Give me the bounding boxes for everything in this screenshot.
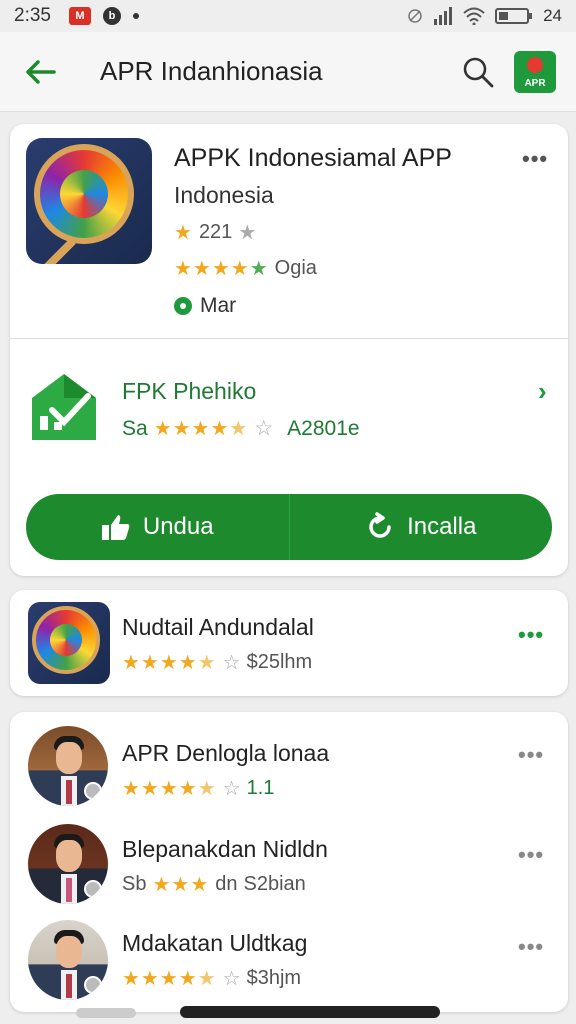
featured-app-card: APPK Indonesiamal APP Indonesia ★ 221 ★ … xyxy=(10,124,568,576)
list-item[interactable]: APR Denlogla lonaa ★★★★★ ☆ 1.1 ••• xyxy=(10,712,568,812)
tie-shape xyxy=(66,974,72,998)
person-name: APR Denlogla lonaa xyxy=(122,740,330,766)
page-title: APR Indanhionasia xyxy=(100,56,323,86)
nav-pill-left xyxy=(76,1008,136,1018)
person-rating: ★★★★★ ☆ $3hjm xyxy=(122,966,301,991)
empty-star-icon: ★ xyxy=(238,222,257,244)
empty-star-icon: ☆ xyxy=(222,652,241,674)
install-button[interactable]: Incalla xyxy=(290,494,553,560)
mute-icon xyxy=(408,9,422,23)
star-rating-icon: ★★★★★ xyxy=(122,652,217,674)
list-app-meta: $25lhm xyxy=(246,651,313,673)
chevron-right-icon[interactable]: › xyxy=(538,376,548,407)
star-rating-icon: ★★★ xyxy=(152,874,210,896)
battery-icon xyxy=(495,8,533,24)
app-name[interactable]: APPK Indonesiamal APP xyxy=(174,144,452,173)
more-notifications-icon xyxy=(132,13,139,19)
back-button[interactable] xyxy=(20,52,60,92)
home-indicator[interactable] xyxy=(180,1006,440,1018)
more-options-button[interactable]: ••• xyxy=(518,842,544,868)
tie-shape xyxy=(66,780,72,804)
clock: 2:35 xyxy=(14,5,51,26)
face-shape xyxy=(56,936,82,968)
star-rating-icon: ★★★★★ xyxy=(122,778,217,800)
avatar xyxy=(28,920,108,1000)
star-rating-icon: ★★★★★ xyxy=(153,418,249,440)
list-app-rating: ★★★★★ ☆ $25lhm xyxy=(122,650,312,675)
mail-notification-icon: M xyxy=(68,7,91,25)
search-button[interactable] xyxy=(458,52,498,92)
logo-text: APR xyxy=(524,77,546,89)
person-name: Mdakatan Uldtkag xyxy=(122,930,308,956)
avatar xyxy=(28,726,108,806)
star-rating-icon: ★★★★★ xyxy=(174,258,269,280)
person-meta: 1.1 xyxy=(246,777,275,799)
logo-dot-icon xyxy=(527,56,543,73)
verified-badge-icon xyxy=(84,782,102,800)
person-meta: $3hjm xyxy=(246,967,302,989)
star-rating-icon: ★★★★★ xyxy=(122,968,217,990)
status-dot-icon xyxy=(174,297,192,315)
rating-summary: ★ 221 ★ xyxy=(174,220,256,245)
app-list-card[interactable]: Nudtail Andundalal ★★★★★ ☆ $25lhm ••• xyxy=(10,590,568,696)
refresh-icon xyxy=(369,512,391,538)
list-app-name: Nudtail Andundalal xyxy=(122,614,314,640)
wifi-icon xyxy=(463,7,485,25)
house-check-icon xyxy=(32,374,96,440)
shield-notification-icon: b xyxy=(102,7,121,25)
action-bar: Undua Incalla xyxy=(26,494,552,560)
lollipop-core-icon xyxy=(50,624,82,656)
install-label: Incalla xyxy=(407,513,477,540)
rating-stars-row: ★★★★★ Ogia xyxy=(174,256,317,281)
lollipop-core-icon xyxy=(60,170,108,218)
secondary-meta: A2801e xyxy=(287,416,360,440)
empty-star-icon: ☆ xyxy=(222,968,241,990)
person-prefix: Sb xyxy=(122,873,147,895)
people-list-card: APR Denlogla lonaa ★★★★★ ☆ 1.1 ••• Blepa… xyxy=(10,712,568,1012)
status-bar: 2:35 M b 24 xyxy=(0,0,576,32)
secondary-prefix: Sa xyxy=(122,416,148,440)
more-options-button[interactable]: ••• xyxy=(518,742,544,768)
thumbs-up-icon xyxy=(101,515,130,540)
app-icon xyxy=(28,602,110,684)
empty-star-icon: ☆ xyxy=(254,417,274,440)
person-rating: Sb ★★★ dn S2bian xyxy=(122,872,306,897)
face-shape xyxy=(56,742,82,774)
more-options-button[interactable]: ••• xyxy=(518,934,544,960)
app-bar: APR Indanhionasia APR xyxy=(0,32,576,112)
app-icon[interactable] xyxy=(26,138,152,264)
secondary-rating-row: Sa ★★★★★ ☆ A2801e xyxy=(122,416,360,441)
signal-icon xyxy=(434,7,453,25)
avatar xyxy=(28,824,108,904)
empty-star-icon: ☆ xyxy=(222,778,241,800)
lollipop-stick-icon xyxy=(43,237,77,264)
verified-badge-icon xyxy=(84,976,102,994)
face-shape xyxy=(56,840,82,872)
install-status: Mar xyxy=(174,294,236,318)
rating-count: 221 xyxy=(198,221,233,243)
tie-shape xyxy=(66,878,72,902)
person-meta: S2bian xyxy=(243,873,306,895)
more-options-button[interactable]: ••• xyxy=(522,146,548,172)
small-star-icon: ★ xyxy=(174,222,193,244)
app-developer: Indonesia xyxy=(174,182,274,208)
list-item[interactable]: Mdakatan Uldtkag ★★★★★ ☆ $3hjm ••• xyxy=(10,912,568,1012)
download-button[interactable]: Undua xyxy=(26,494,290,560)
secondary-app-name[interactable]: FPK Phehiko xyxy=(122,378,256,405)
list-item[interactable]: Blepanakdan Nidldn Sb ★★★ dn S2bian ••• xyxy=(10,812,568,912)
status-text: Mar xyxy=(200,294,237,317)
search-icon xyxy=(463,57,494,87)
person-rating: ★★★★★ ☆ 1.1 xyxy=(122,776,274,801)
divider xyxy=(10,338,568,339)
app-logo-button[interactable]: APR xyxy=(514,50,556,93)
reviews-text: Ogia xyxy=(274,257,317,279)
more-options-button[interactable]: ••• xyxy=(518,622,544,648)
verified-badge-icon xyxy=(84,880,102,898)
battery-percent: 24 xyxy=(543,6,562,25)
person-name: Blepanakdan Nidldn xyxy=(122,836,328,862)
person-mid: dn xyxy=(215,873,238,895)
download-label: Undua xyxy=(142,513,214,540)
arrow-left-icon xyxy=(26,59,56,84)
